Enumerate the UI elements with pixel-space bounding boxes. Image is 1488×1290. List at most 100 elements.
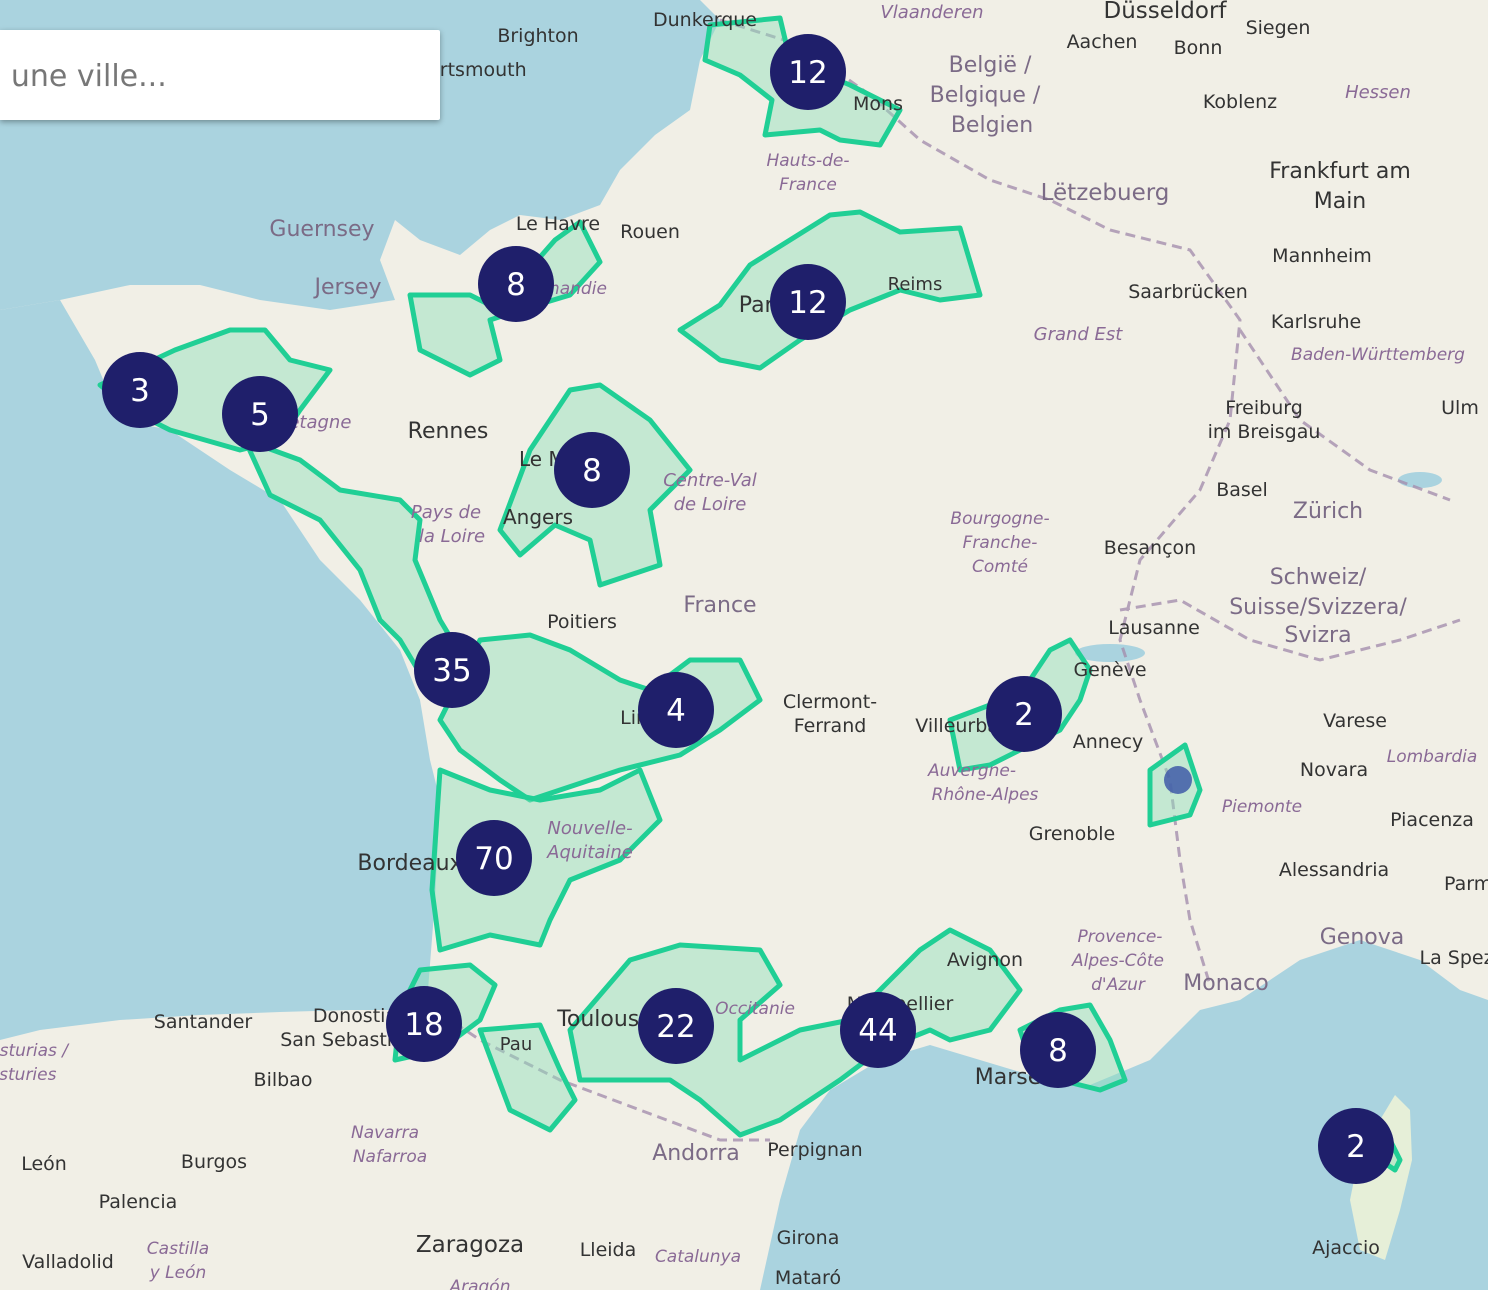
map-label: Pau — [500, 1034, 532, 1055]
cluster-marker[interactable]: 12 — [770, 34, 846, 110]
map-label: Baden-Württemberg — [1291, 345, 1465, 365]
search-input[interactable] — [0, 30, 436, 120]
map-label: Lëtzebuerg — [1041, 180, 1170, 206]
map-label: Asturias / — [0, 1041, 70, 1061]
map-label: Castilla — [147, 1239, 209, 1259]
map-label: Aquitaine — [546, 842, 633, 863]
map-label: Annecy — [1073, 731, 1143, 753]
cluster-count: 2 — [1346, 1129, 1366, 1165]
map-label: Freiburg — [1225, 397, 1303, 419]
map-label: Bourgogne- — [950, 509, 1049, 529]
cluster-marker[interactable]: 44 — [840, 992, 916, 1068]
map-label: Genève — [1073, 659, 1146, 681]
cluster-count: 8 — [582, 453, 602, 489]
location-dot[interactable] — [1164, 766, 1192, 794]
map-label: Nouvelle- — [547, 818, 632, 839]
map-label: Mannheim — [1272, 245, 1372, 267]
map-label: Genova — [1320, 925, 1405, 950]
cluster-count: 35 — [432, 653, 471, 689]
map-label: Main — [1314, 189, 1367, 214]
map-label: Novara — [1300, 759, 1368, 781]
map-label: Rouen — [620, 221, 680, 243]
map-label: Lausanne — [1108, 617, 1200, 639]
map-label: Belgique / — [930, 83, 1041, 108]
map-label: Asturies — [0, 1065, 57, 1085]
map-label: Dunkerque — [653, 9, 757, 31]
cluster-count: 44 — [858, 1013, 897, 1049]
map-label: Belgien — [951, 113, 1033, 138]
map-label: France — [683, 593, 756, 618]
map-label: Franche- — [963, 533, 1038, 553]
cluster-marker[interactable]: 4 — [638, 672, 714, 748]
cluster-count: 22 — [656, 1009, 695, 1045]
map-label: Svizra — [1284, 623, 1351, 648]
map-label: Ajaccio — [1312, 1237, 1380, 1259]
map-label: Karlsruhe — [1271, 311, 1361, 333]
map-label: Andorra — [652, 1141, 740, 1166]
cluster-marker[interactable]: 3 — [102, 352, 178, 428]
map-label: Suisse/Svizzera/ — [1229, 595, 1407, 620]
cluster-count: 8 — [506, 267, 526, 303]
map-label: Frankfurt am — [1269, 159, 1411, 184]
map-label: Nafarroa — [353, 1147, 427, 1167]
map-label: Guernsey — [269, 217, 374, 242]
map-label: Grenoble — [1029, 823, 1116, 845]
map-label: Hessen — [1345, 82, 1411, 103]
map-label: Mons — [853, 93, 903, 115]
map-label: Avignon — [947, 949, 1023, 971]
cluster-marker[interactable]: 18 — [386, 986, 462, 1062]
cluster-marker[interactable]: 2 — [1318, 1108, 1394, 1184]
map-label: België / — [949, 53, 1032, 78]
map-label: Aachen — [1067, 31, 1138, 53]
map-label: Mataró — [775, 1267, 841, 1289]
map-label: Alessandria — [1279, 859, 1389, 881]
cluster-count: 8 — [1048, 1033, 1068, 1069]
map-label: Brighton — [497, 25, 578, 47]
cluster-count: 4 — [666, 693, 686, 729]
map-label: Varese — [1323, 710, 1387, 732]
map-label: Vlaanderen — [880, 2, 983, 23]
cluster-marker[interactable]: 8 — [478, 246, 554, 322]
map-label: Burgos — [181, 1151, 247, 1173]
map-label: Catalunya — [655, 1247, 741, 1267]
cluster-marker[interactable]: 5 — [222, 376, 298, 452]
map-label: Donostia — [313, 1005, 397, 1027]
cluster-marker[interactable]: 2 — [986, 676, 1062, 752]
cluster-count: 3 — [130, 373, 150, 409]
cluster-marker[interactable]: 8 — [1020, 1012, 1096, 1088]
map-label: Piemonte — [1222, 797, 1302, 817]
map-label: Besançon — [1104, 537, 1196, 559]
map-label: La Spezia — [1420, 947, 1488, 969]
cluster-marker[interactable]: 22 — [638, 988, 714, 1064]
map-label: im Breisgau — [1208, 421, 1321, 443]
map-label: Saarbrücken — [1128, 281, 1248, 303]
map-label: Bordeaux — [357, 851, 462, 876]
map-label: Grand Est — [1034, 324, 1124, 345]
map-label: Girona — [777, 1227, 840, 1249]
map-label: France — [779, 175, 837, 195]
map-label: Schweiz/ — [1270, 565, 1367, 590]
map-label: d'Azur — [1091, 975, 1146, 995]
map-label: Lleida — [580, 1239, 637, 1261]
map-label: y León — [149, 1263, 207, 1283]
map-label: Piacenza — [1390, 809, 1474, 831]
map-label: la Loire — [419, 526, 485, 547]
cluster-marker[interactable]: 35 — [414, 632, 490, 708]
map-label: Comté — [972, 557, 1028, 577]
map-label: Jersey — [312, 275, 381, 300]
cluster-marker[interactable]: 70 — [456, 820, 532, 896]
map-label: Ulm — [1441, 397, 1479, 419]
cluster-count: 70 — [474, 841, 513, 877]
map-label: Alpes-Côte — [1071, 951, 1164, 971]
search-box[interactable] — [0, 30, 440, 120]
cluster-marker[interactable]: 8 — [554, 432, 630, 508]
cluster-marker[interactable]: 12 — [770, 264, 846, 340]
map-label: Monaco — [1183, 971, 1268, 996]
map-label: Koblenz — [1203, 91, 1277, 113]
map-label: Düsseldorf — [1103, 0, 1227, 24]
map-canvas[interactable]: Dunkerque Vlaanderen Düsseldorf Siegen Aache… — [0, 0, 1488, 1290]
map-label: Bonn — [1174, 37, 1223, 59]
cluster-count: 5 — [250, 397, 270, 433]
map-label: de Loire — [674, 494, 747, 515]
cluster-count: 12 — [788, 55, 827, 91]
